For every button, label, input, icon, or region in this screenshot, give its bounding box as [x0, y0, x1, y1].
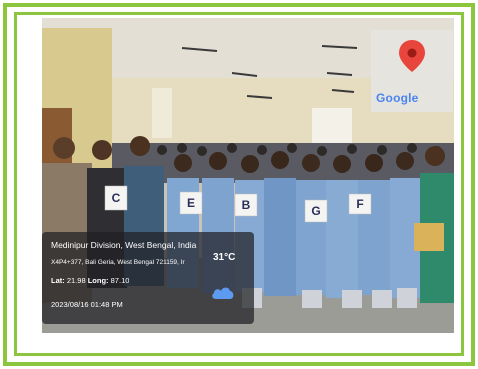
map-thumbnail: Google — [371, 30, 453, 112]
sign-letter-e: E — [186, 196, 195, 210]
location-info-panel: Medinipur Division, West Bengal, India X… — [42, 232, 254, 324]
cloud-icon — [212, 287, 234, 299]
temperature: 31°C — [213, 252, 236, 263]
lat-label: Lat: — [51, 276, 65, 285]
sign-letter-c: C — [111, 191, 121, 205]
datetime: 2023/08/16 01:48 PM — [51, 300, 123, 309]
google-logo: Google — [376, 91, 419, 105]
sign-letter-f: F — [356, 197, 364, 211]
sign-letter-g: G — [311, 204, 321, 218]
long-label: Long: — [87, 276, 109, 285]
coordinates: Lat: 21.98 Long: 87.10 — [51, 276, 129, 285]
address: X4P4+377, Bali Geria, West Bengal 721159… — [51, 259, 185, 266]
lat-value: 21.98 — [66, 276, 86, 285]
long-value: 87.10 — [110, 276, 130, 285]
place-name: Medinipur Division, West Bengal, India — [51, 240, 197, 250]
sign-letter-b: B — [241, 198, 251, 212]
